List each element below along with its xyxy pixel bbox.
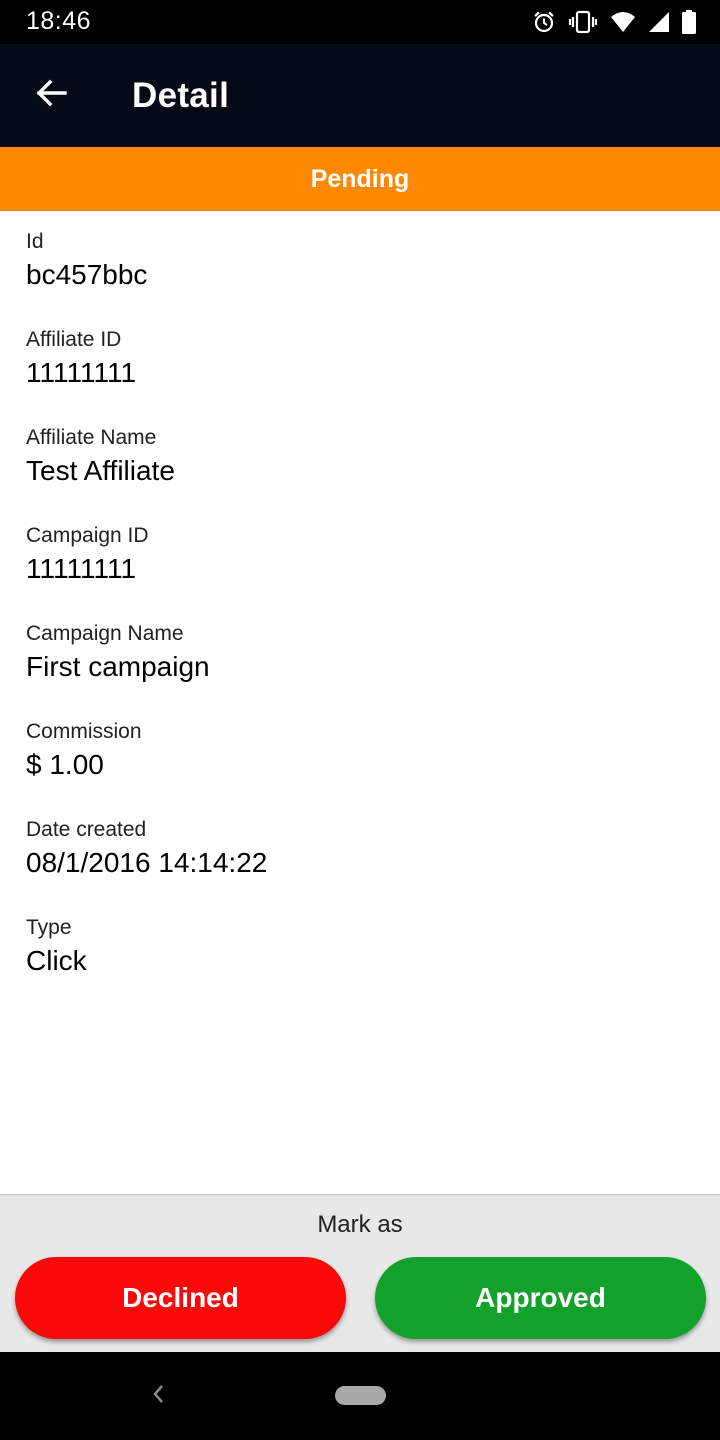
field-label: Campaign ID — [26, 524, 149, 547]
field-value: 11111111 — [26, 357, 137, 388]
field-value: 08/1/2016 14:14:22 — [26, 847, 268, 878]
back-button[interactable] — [22, 70, 80, 120]
detail-list: Id bc457bbc Affiliate ID 11111111 Affili… — [26, 229, 696, 1013]
system-nav-bar — [0, 1352, 720, 1440]
wifi-icon — [610, 11, 636, 33]
app-bar: Detail — [0, 44, 720, 147]
field-label: Campaign Name — [26, 622, 184, 645]
field-value: $ 1.00 — [26, 749, 104, 780]
mark-as-panel: Mark as Declined Approved — [0, 1194, 720, 1352]
mark-as-heading: Mark as — [317, 1211, 403, 1238]
approved-button[interactable]: Approved — [375, 1257, 706, 1339]
field-value: First campaign — [26, 651, 210, 682]
field-label: Affiliate ID — [26, 328, 122, 351]
detail-field-id: Id bc457bbc — [26, 229, 696, 327]
status-banner: Pending — [0, 147, 720, 211]
field-label: Type — [26, 916, 72, 939]
status-banner-label: Pending — [310, 164, 410, 193]
status-time: 18:46 — [26, 7, 92, 35]
detail-field-commission: Commission $ 1.00 — [26, 719, 696, 817]
detail-field-affiliate-id: Affiliate ID 11111111 — [26, 327, 696, 425]
home-pill-icon[interactable] — [335, 1386, 386, 1405]
detail-field-type: Type Click — [26, 915, 696, 1013]
battery-icon — [682, 10, 696, 34]
nav-back-button[interactable] — [146, 1382, 170, 1410]
field-value: Test Affiliate — [26, 455, 175, 486]
page-title: Detail — [132, 76, 230, 115]
declined-button[interactable]: Declined — [15, 1257, 346, 1339]
vibrate-icon — [568, 10, 598, 34]
detail-field-campaign-id: Campaign ID 11111111 — [26, 523, 696, 621]
detail-field-campaign-name: Campaign Name First campaign — [26, 621, 696, 719]
detail-field-affiliate-name: Affiliate Name Test Affiliate — [26, 425, 696, 523]
status-bar: 18:46 — [0, 0, 720, 44]
status-icons — [532, 9, 696, 35]
cell-signal-icon — [648, 11, 670, 33]
field-label: Id — [26, 230, 44, 253]
field-label: Affiliate Name — [26, 426, 157, 449]
field-value: Click — [26, 945, 87, 976]
field-label: Commission — [26, 720, 142, 743]
nav-back-icon — [151, 1383, 165, 1410]
alarm-icon — [532, 10, 556, 34]
arrow-left-icon — [35, 79, 67, 112]
field-value: bc457bbc — [26, 259, 148, 290]
field-value: 11111111 — [26, 553, 137, 584]
field-label: Date created — [26, 818, 147, 841]
detail-field-date-created: Date created 08/1/2016 14:14:22 — [26, 817, 696, 915]
